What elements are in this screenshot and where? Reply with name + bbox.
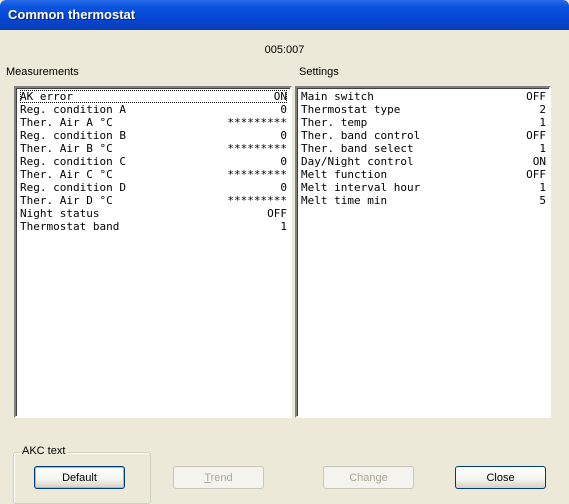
list-item-value: ON (532, 155, 546, 168)
list-item-value: ON (273, 90, 287, 103)
list-item-name: Night status (20, 207, 100, 220)
list-item[interactable]: Melt interval hour 1 (301, 181, 546, 194)
title-bar[interactable]: Common thermostat (0, 0, 569, 30)
list-item[interactable]: Melt time min 5 (301, 194, 546, 207)
measurements-label: Measurements (6, 66, 79, 78)
list-item-value: 0 (280, 155, 287, 168)
list-item-value: OFF (526, 129, 546, 142)
list-item-value: 1 (539, 116, 546, 129)
list-item-value: ********* (227, 168, 287, 181)
list-item[interactable]: Ther. Air C °C ********* (20, 168, 287, 181)
list-item-value: ********* (227, 194, 287, 207)
list-item-name: Ther. temp (301, 116, 368, 129)
list-item-name: AK error (20, 90, 73, 103)
list-item[interactable]: Reg. condition A 0 (20, 103, 287, 116)
trend-button-label: Trend (204, 472, 232, 484)
list-item[interactable]: Main switch OFF (301, 90, 546, 103)
measurements-list[interactable]: AK error ON Reg. condition A 0 Ther. Air A °… (14, 86, 292, 418)
change-button[interactable]: Change (323, 466, 414, 489)
window-title: Common thermostat (8, 7, 136, 22)
device-id-label: 005:007 (264, 44, 305, 56)
list-item-name: Reg. condition A (20, 103, 126, 116)
list-item-name: Reg. condition B (20, 129, 126, 142)
list-item[interactable]: Ther. Air B °C ********* (20, 142, 287, 155)
list-item[interactable]: Ther. Air A °C ********* (20, 116, 287, 129)
list-item-value: 2 (539, 103, 546, 116)
list-item-value: 1 (539, 181, 546, 194)
list-item-value: OFF (267, 207, 287, 220)
list-item[interactable]: Ther. band select 1 (301, 142, 546, 155)
list-item-name: Thermostat type (301, 103, 401, 116)
list-item-value: OFF (526, 168, 546, 181)
list-item-value: 1 (280, 220, 287, 233)
list-item[interactable]: AK error ON (20, 90, 287, 103)
list-item[interactable]: Ther. Air D °C ********* (20, 194, 287, 207)
list-item-value: ********* (227, 116, 287, 129)
list-item[interactable]: Night status OFF (20, 207, 287, 220)
list-item-name: Ther. Air C °C (20, 168, 113, 181)
list-item-name: Ther. Air A °C (20, 116, 113, 129)
settings-list[interactable]: Main switch OFF Thermostat type 2 Ther. temp… (295, 86, 551, 418)
list-item[interactable]: Thermostat band 1 (20, 220, 287, 233)
akc-text-label: AKC text (20, 445, 68, 457)
list-item-name: Thermostat band (20, 220, 120, 233)
list-item-name: Melt time min (301, 194, 388, 207)
list-item-name: Ther. Air D °C (20, 194, 113, 207)
trend-button-label-rest: rend (210, 471, 233, 484)
list-item-value: 5 (539, 194, 546, 207)
list-item-name: Ther. band select (301, 142, 414, 155)
list-item-value: 0 (280, 129, 287, 142)
list-item-name: Reg. condition C (20, 155, 126, 168)
trend-button[interactable]: Trend (173, 466, 264, 489)
list-item[interactable]: Melt function OFF (301, 168, 546, 181)
list-item[interactable]: Reg. condition C 0 (20, 155, 287, 168)
list-item[interactable]: Ther. band control OFF (301, 129, 546, 142)
list-item-value: 0 (280, 103, 287, 116)
list-item-name: Melt interval hour (301, 181, 421, 194)
list-item-name: Ther. band control (301, 129, 421, 142)
list-item[interactable]: Reg. condition B 0 (20, 129, 287, 142)
list-item-name: Day/Night control (301, 155, 414, 168)
list-item-value: ********* (227, 142, 287, 155)
list-item[interactable]: Reg. condition D 0 (20, 181, 287, 194)
default-button[interactable]: Default (34, 466, 125, 489)
list-item-name: Main switch (301, 90, 374, 103)
list-item-name: Reg. condition D (20, 181, 126, 194)
list-item-name: Ther. Air B °C (20, 142, 113, 155)
list-item-name: Melt function (301, 168, 388, 181)
list-item-value: 1 (539, 142, 546, 155)
list-item-value: 0 (280, 181, 287, 194)
list-item[interactable]: Day/Night control ON (301, 155, 546, 168)
settings-label: Settings (299, 66, 339, 78)
list-item-value: OFF (526, 90, 546, 103)
list-item[interactable]: Thermostat type 2 (301, 103, 546, 116)
close-button[interactable]: Close (455, 466, 546, 489)
list-item[interactable]: Ther. temp 1 (301, 116, 546, 129)
